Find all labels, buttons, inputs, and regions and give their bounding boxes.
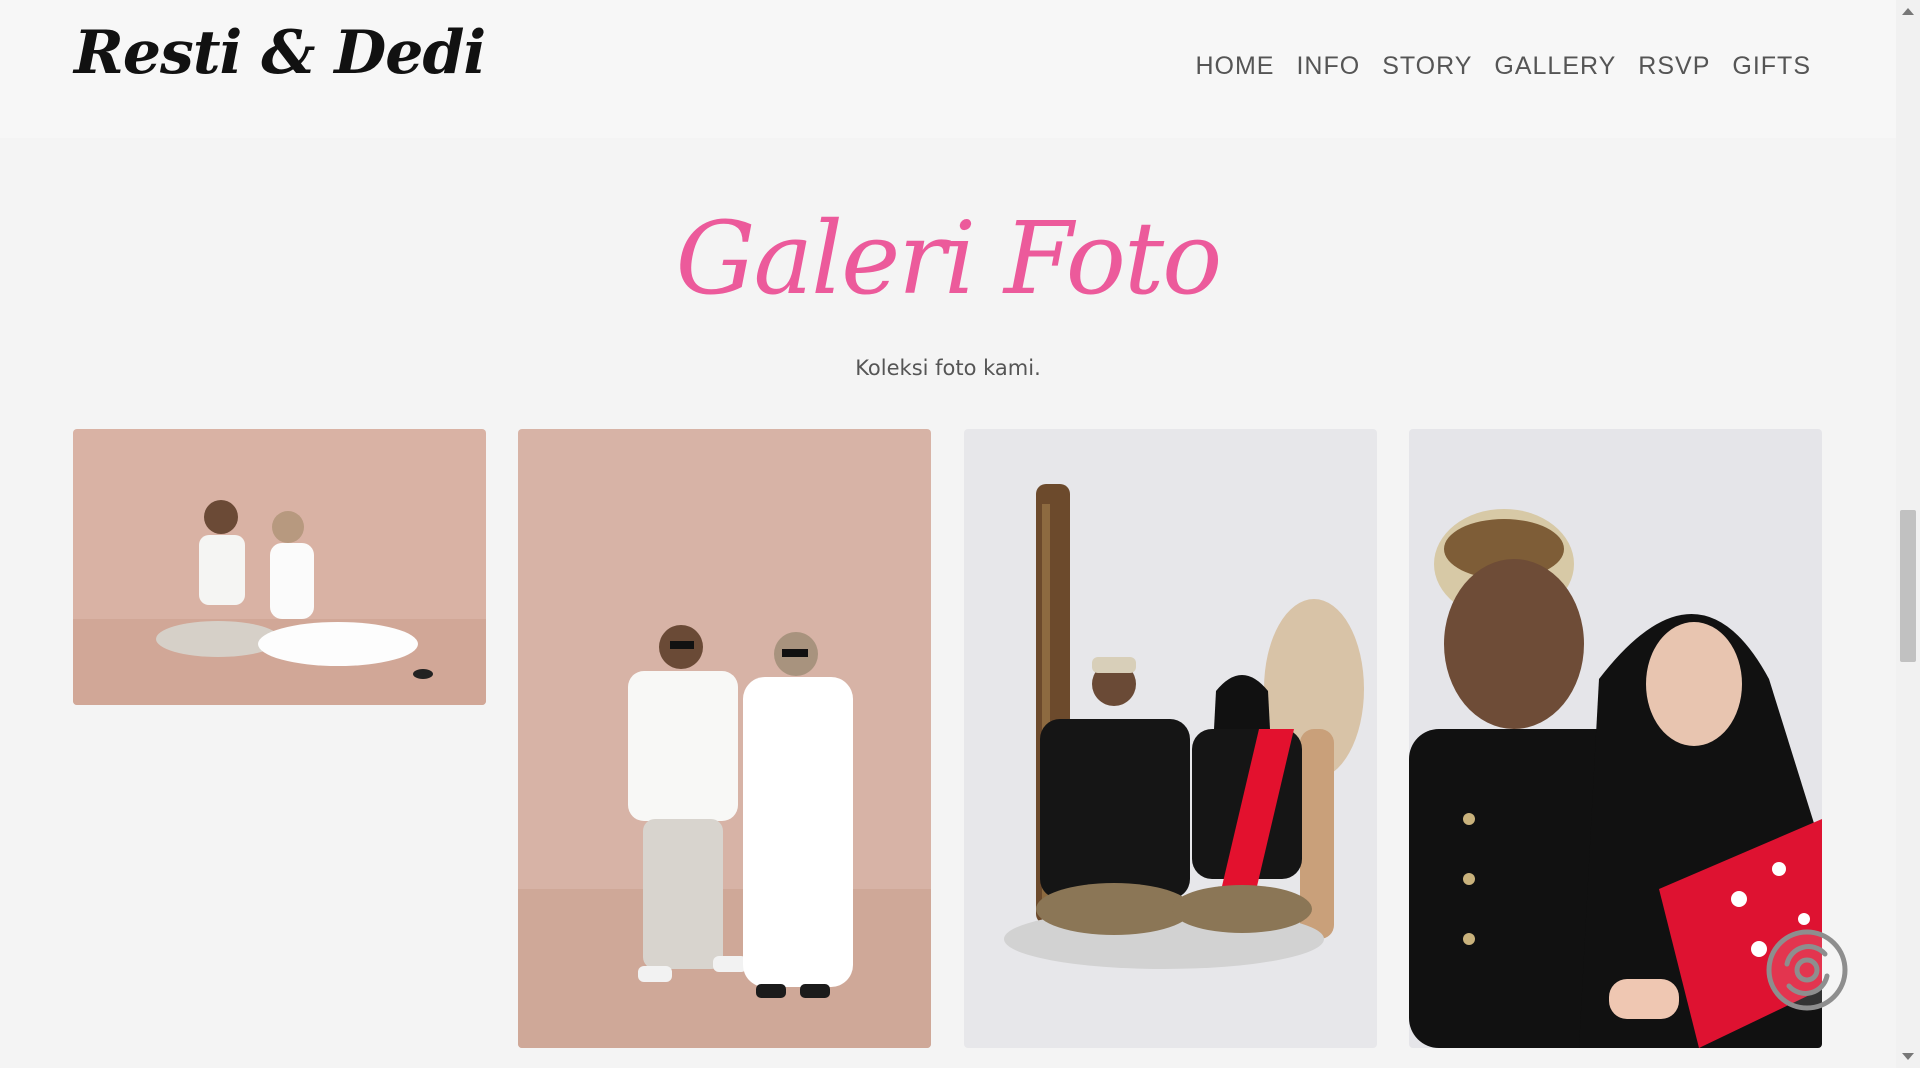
nav-gifts[interactable]: GIFTS xyxy=(1732,52,1811,81)
nav-story[interactable]: STORY xyxy=(1382,52,1472,81)
gallery-subtitle: Koleksi foto kami. xyxy=(855,356,1041,380)
nav-gallery[interactable]: GALLERY xyxy=(1494,52,1616,81)
scroll-up-arrow-icon[interactable] xyxy=(1902,8,1914,15)
gallery-photo-3[interactable] xyxy=(964,429,1377,1048)
gallery-photo-4[interactable] xyxy=(1409,429,1822,1048)
gallery-photo-2[interactable] xyxy=(518,429,931,1048)
nav-home[interactable]: HOME xyxy=(1195,52,1274,81)
nav-info[interactable]: INFO xyxy=(1296,52,1360,81)
page-scrollbar[interactable] xyxy=(1896,0,1920,1068)
nav-rsvp[interactable]: RSVP xyxy=(1638,52,1710,81)
scroll-down-arrow-icon[interactable] xyxy=(1902,1053,1914,1060)
scrollbar-thumb[interactable] xyxy=(1900,510,1916,662)
gallery-title: Galeri Foto xyxy=(675,200,1223,317)
music-disc-icon xyxy=(1766,929,1848,1011)
site-header: Resti & Dedi HOME INFO STORY GALLERY RSV… xyxy=(0,0,1896,138)
gallery-photo-1[interactable] xyxy=(73,429,486,705)
site-logo[interactable]: Resti & Dedi xyxy=(74,18,486,88)
music-toggle-button[interactable] xyxy=(1765,928,1849,1012)
main-nav: HOME INFO STORY GALLERY RSVP GIFTS xyxy=(1195,52,1811,81)
